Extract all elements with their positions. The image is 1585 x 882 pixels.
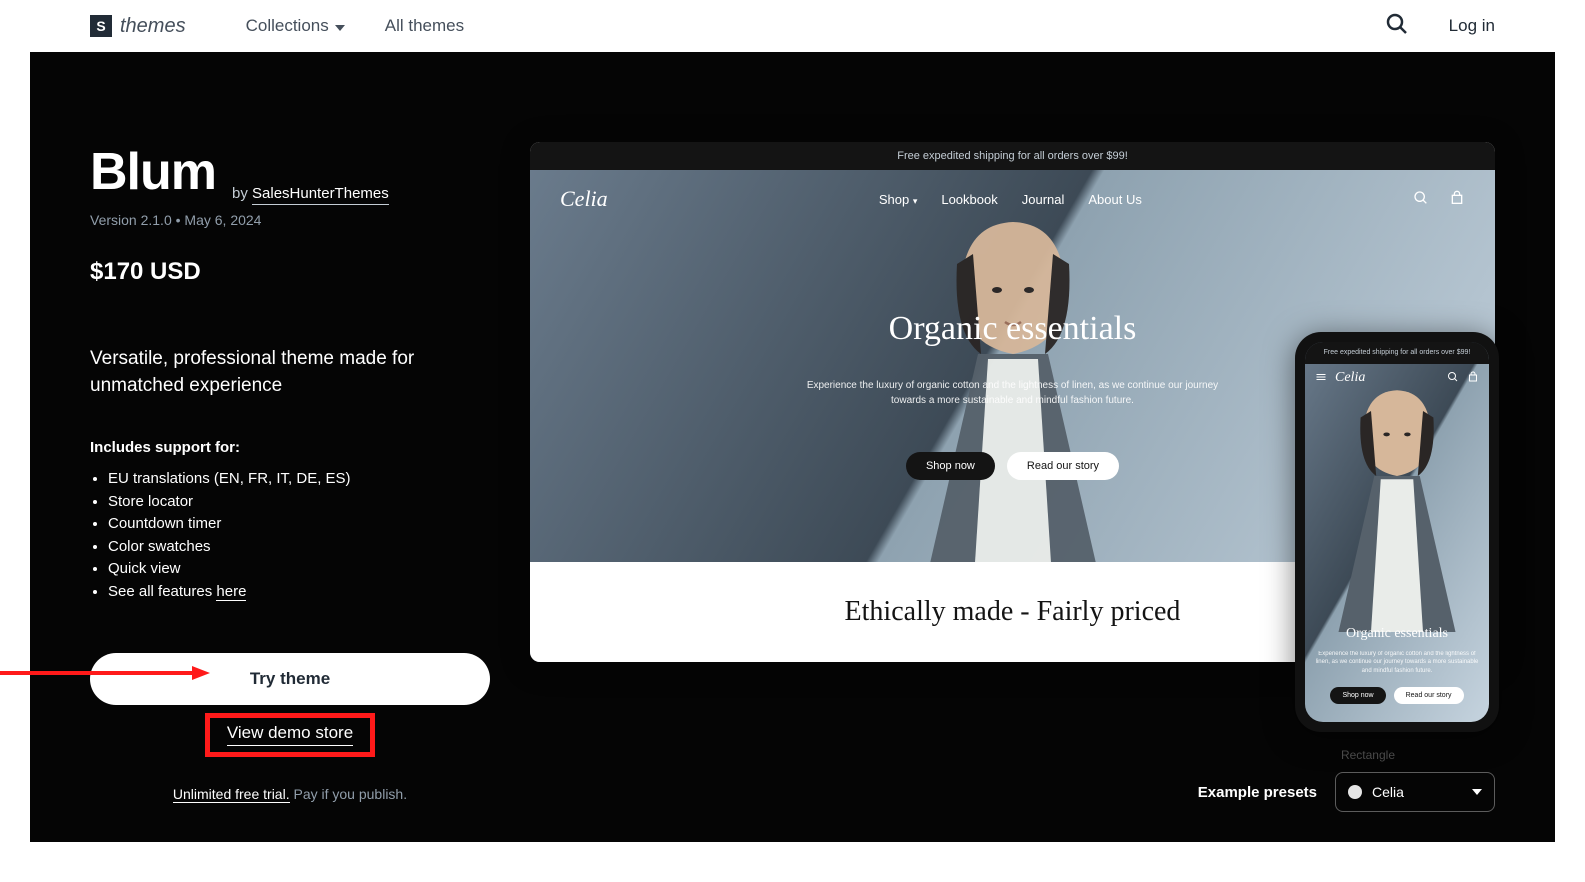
preview-announcement-bar: Free expedited shipping for all orders o…: [530, 142, 1495, 170]
meta-sep: •: [172, 212, 185, 228]
search-icon[interactable]: [1385, 12, 1409, 41]
mobile-shop-now-button: Shop now: [1330, 687, 1385, 704]
chevron-down-icon: [335, 25, 345, 31]
mobile-headline: Organic essentials: [1305, 626, 1489, 642]
view-demo-link[interactable]: View demo store: [227, 723, 353, 746]
trial-note: Unlimited free trial. Pay if you publish…: [90, 786, 490, 802]
example-presets: Rectangle Example presets Celia: [1198, 772, 1495, 812]
presets-label: Example presets: [1198, 784, 1317, 801]
nav-right: Log in: [1385, 12, 1495, 41]
mobile-screen: Free expedited shipping for all orders o…: [1305, 342, 1489, 722]
nav-all-themes-label: All themes: [385, 16, 464, 36]
trial-rest: Pay if you publish.: [290, 786, 408, 802]
preview-nav-shop: Shop ▾: [879, 192, 918, 207]
preview-nav-links: Shop ▾ Lookbook Journal About Us: [879, 192, 1142, 207]
hero-right: Free expedited shipping for all orders o…: [530, 142, 1495, 802]
version-number: 2.1.0: [141, 212, 172, 228]
preview-nav-shop-label: Shop: [879, 192, 909, 207]
bag-icon: [1449, 190, 1465, 209]
preview-nav-journal: Journal: [1022, 192, 1065, 207]
preview-logo: Celia: [560, 186, 608, 212]
feature-item: Store locator: [108, 491, 490, 514]
feature-item: Countdown timer: [108, 513, 490, 536]
mobile-hero-text: Organic essentials Experience the luxury…: [1305, 626, 1489, 704]
support-heading: Includes support for:: [90, 439, 490, 456]
chevron-down-icon: [1472, 789, 1482, 795]
support-list: EU translations (EN, FR, IT, DE, ES) Sto…: [90, 468, 490, 603]
see-all-prefix: See all features: [108, 583, 216, 600]
theme-author-link[interactable]: SalesHunterThemes: [252, 185, 389, 205]
brand-text: themes: [120, 15, 186, 38]
preset-swatch-icon: [1348, 785, 1362, 799]
preview-nav-about: About Us: [1088, 192, 1141, 207]
nav-left: S themes Collections All themes: [90, 15, 464, 38]
preset-select[interactable]: Celia: [1335, 772, 1495, 812]
nav-collections-label: Collections: [246, 16, 329, 36]
mobile-sub: Experience the luxury of organic cotton …: [1305, 650, 1489, 675]
feature-see-all: See all features here: [108, 581, 490, 604]
theme-by: by SalesHunterThemes: [232, 185, 389, 202]
brand[interactable]: S themes: [90, 15, 186, 38]
nav-links: Collections All themes: [246, 16, 465, 36]
preview-read-story-button: Read our story: [1007, 452, 1119, 480]
feature-item: EU translations (EN, FR, IT, DE, ES): [108, 468, 490, 491]
preset-hint: Rectangle: [1341, 748, 1395, 762]
mobile-preview[interactable]: Free expedited shipping for all orders o…: [1295, 332, 1499, 732]
nav-all-themes[interactable]: All themes: [385, 16, 464, 36]
feature-item: Quick view: [108, 558, 490, 581]
preview-nav-right: [1413, 190, 1465, 209]
mobile-hero-buttons: Shop now Read our story: [1305, 687, 1489, 704]
title-row: Blum by SalesHunterThemes: [90, 142, 490, 202]
preset-selected: Celia: [1372, 784, 1404, 800]
theme-tagline: Versatile, professional theme made for u…: [90, 346, 490, 399]
shopify-logo-icon: S: [90, 15, 112, 37]
preview-nav: Celia Shop ▾ Lookbook Journal About Us: [560, 186, 1465, 212]
chevron-down-icon: ▾: [913, 196, 918, 206]
hero: Blum by SalesHunterThemes Version 2.1.0 …: [30, 52, 1555, 842]
nav-collections[interactable]: Collections: [246, 16, 345, 36]
theme-price: $170 USD: [90, 258, 490, 286]
search-icon: [1413, 190, 1429, 209]
demo-wrap: View demo store: [90, 723, 490, 746]
nav-login[interactable]: Log in: [1449, 16, 1495, 36]
by-prefix: by: [232, 185, 252, 202]
feature-item: Color swatches: [108, 536, 490, 559]
hero-left: Blum by SalesHunterThemes Version 2.1.0 …: [90, 142, 490, 802]
mobile-announcement-bar: Free expedited shipping for all orders o…: [1305, 342, 1489, 364]
see-all-link[interactable]: here: [216, 583, 246, 601]
theme-meta: Version 2.1.0 • May 6, 2024: [90, 212, 490, 228]
preview-shop-now-button: Shop now: [906, 452, 995, 480]
version-date: May 6, 2024: [184, 212, 261, 228]
mobile-read-story-button: Read our story: [1394, 687, 1464, 704]
trial-link[interactable]: Unlimited free trial.: [173, 786, 290, 803]
mobile-hero-image: [1312, 372, 1482, 632]
try-theme-button[interactable]: Try theme: [90, 653, 490, 705]
version-prefix: Version: [90, 212, 141, 228]
preview-nav-lookbook: Lookbook: [941, 192, 997, 207]
theme-title: Blum: [90, 142, 216, 202]
top-nav: S themes Collections All themes Log in: [0, 0, 1585, 52]
